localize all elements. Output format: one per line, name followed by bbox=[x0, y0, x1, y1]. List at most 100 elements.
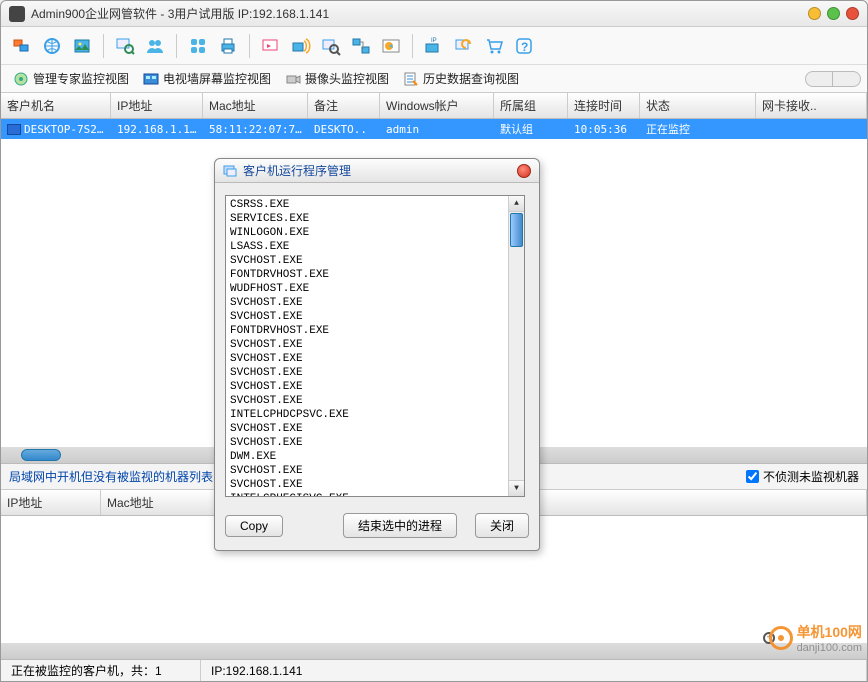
toolbar-picture-icon[interactable] bbox=[69, 33, 95, 59]
process-item[interactable]: SERVICES.EXE bbox=[230, 212, 520, 226]
lower-panel-title: 局域网中开机但没有被监视的机器列表 bbox=[9, 468, 213, 485]
toolbar-help-icon[interactable]: ? bbox=[511, 33, 537, 59]
view-tvwall[interactable]: 电视墙屏幕监控视图 bbox=[137, 67, 277, 90]
maximize-button[interactable] bbox=[827, 7, 840, 20]
toolbar-monitors-icon[interactable] bbox=[9, 33, 35, 59]
toolbar-globe-icon[interactable] bbox=[39, 33, 65, 59]
app-icon bbox=[9, 6, 25, 22]
close-dialog-button[interactable]: 关闭 bbox=[475, 513, 529, 538]
window-title: Admin900企业网管软件 - 3用户试用版 IP:192.168.1.141 bbox=[31, 5, 808, 22]
process-item[interactable]: SVCHOST.EXE bbox=[230, 436, 520, 450]
toolbar-chart-icon[interactable] bbox=[378, 33, 404, 59]
col-conntime[interactable]: 连接时间 bbox=[568, 93, 640, 118]
dialog-title: 客户机运行程序管理 bbox=[243, 162, 517, 179]
client-row[interactable]: DESKTOP-7S2.. 192.168.1.141 58:11:22:07:… bbox=[1, 119, 867, 139]
watermark: 单机100网 danji100.com bbox=[763, 622, 862, 654]
process-item[interactable]: SVCHOST.EXE bbox=[230, 366, 520, 380]
toolbar-search-icon[interactable] bbox=[318, 33, 344, 59]
process-item[interactable]: LSASS.EXE bbox=[230, 240, 520, 254]
toolbar-broadcast-icon[interactable] bbox=[288, 33, 314, 59]
toolbar-ip-monitor-icon[interactable]: IP bbox=[421, 33, 447, 59]
toolbar-apps-icon[interactable] bbox=[185, 33, 211, 59]
main-toolbar: IP ? bbox=[1, 27, 867, 65]
tvwall-icon bbox=[143, 71, 159, 87]
status-bar: 正在被监控的客户机，共：1 IP:192.168.1.141 bbox=[1, 659, 867, 681]
process-listbox[interactable]: CSRSS.EXESERVICES.EXEWINLOGON.EXELSASS.E… bbox=[225, 195, 525, 497]
view-history[interactable]: 历史数据查询视图 bbox=[397, 67, 525, 90]
col-clientname[interactable]: 客户机名 bbox=[1, 93, 111, 118]
process-manager-dialog: 客户机运行程序管理 CSRSS.EXESERVICES.EXEWINLOGON.… bbox=[214, 158, 540, 551]
toolbar-search-monitor-icon[interactable] bbox=[112, 33, 138, 59]
toolbar-cart-icon[interactable] bbox=[481, 33, 507, 59]
view-mode-switch[interactable] bbox=[805, 71, 861, 87]
process-item[interactable]: SVCHOST.EXE bbox=[230, 394, 520, 408]
view-camera-label: 摄像头监控视图 bbox=[305, 70, 389, 87]
process-item[interactable]: SVCHOST.EXE bbox=[230, 310, 520, 324]
cell-name: DESKTOP-7S2.. bbox=[24, 123, 110, 136]
scroll-down-arrow[interactable]: ▼ bbox=[509, 480, 524, 496]
status-ip: IP:192.168.1.141 bbox=[201, 660, 867, 681]
minimize-button[interactable] bbox=[808, 7, 821, 20]
view-expert-label: 管理专家监控视图 bbox=[33, 70, 129, 87]
monitor-icon bbox=[7, 124, 21, 135]
clients-grid-header: 客户机名 IP地址 Mac地址 备注 Windows帐户 所属组 连接时间 状态… bbox=[1, 93, 867, 119]
titlebar: Admin900企业网管软件 - 3用户试用版 IP:192.168.1.141 bbox=[1, 1, 867, 27]
process-item[interactable]: SVCHOST.EXE bbox=[230, 254, 520, 268]
camera-icon bbox=[285, 71, 301, 87]
scroll-thumb[interactable] bbox=[510, 213, 523, 247]
process-item[interactable]: SVCHOST.EXE bbox=[230, 380, 520, 394]
col-remark[interactable]: 备注 bbox=[308, 93, 380, 118]
no-detect-input[interactable] bbox=[746, 470, 759, 483]
process-item[interactable]: FONTDRVHOST.EXE bbox=[230, 268, 520, 282]
col-ip[interactable]: IP地址 bbox=[111, 93, 203, 118]
view-tabs: 管理专家监控视图 电视墙屏幕监控视图 摄像头监控视图 历史数据查询视图 bbox=[1, 65, 867, 93]
end-process-button[interactable]: 结束选中的进程 bbox=[343, 513, 457, 538]
scroll-up-arrow[interactable]: ▲ bbox=[509, 196, 524, 212]
process-item[interactable]: SVCHOST.EXE bbox=[230, 338, 520, 352]
process-item[interactable]: SVCHOST.EXE bbox=[230, 352, 520, 366]
toolbar-monitor-refresh-icon[interactable] bbox=[451, 33, 477, 59]
cell-conntime: 10:05:36 bbox=[568, 121, 640, 138]
view-tvwall-label: 电视墙屏幕监控视图 bbox=[163, 70, 271, 87]
toolbar-users-icon[interactable] bbox=[142, 33, 168, 59]
col-winuser[interactable]: Windows帐户 bbox=[380, 93, 494, 118]
toolbar-printer-icon[interactable] bbox=[215, 33, 241, 59]
expert-icon bbox=[13, 71, 29, 87]
cell-winuser: admin bbox=[380, 121, 494, 138]
cell-remark: DESKTO.. bbox=[308, 121, 380, 138]
svg-text:?: ? bbox=[521, 40, 528, 54]
view-camera[interactable]: 摄像头监控视图 bbox=[279, 67, 395, 90]
listbox-scrollbar[interactable]: ▲ ▼ bbox=[508, 196, 524, 496]
process-item[interactable]: SVCHOST.EXE bbox=[230, 478, 520, 492]
process-item[interactable]: SVCHOST.EXE bbox=[230, 422, 520, 436]
process-item[interactable]: SVCHOST.EXE bbox=[230, 464, 520, 478]
process-item[interactable]: SVCHOST.EXE bbox=[230, 296, 520, 310]
lower-scrollbar[interactable] bbox=[1, 643, 867, 659]
process-item[interactable]: DWM.EXE bbox=[230, 450, 520, 464]
view-history-label: 历史数据查询视图 bbox=[423, 70, 519, 87]
process-item[interactable]: WINLOGON.EXE bbox=[230, 226, 520, 240]
col-group[interactable]: 所属组 bbox=[494, 93, 568, 118]
copy-button[interactable]: Copy bbox=[225, 515, 283, 537]
process-item[interactable]: CSRSS.EXE bbox=[230, 198, 520, 212]
dialog-close-button[interactable] bbox=[517, 164, 531, 178]
process-item[interactable]: FONTDRVHOST.EXE bbox=[230, 324, 520, 338]
process-item[interactable]: WUDFHOST.EXE bbox=[230, 282, 520, 296]
cell-group: 默认组 bbox=[494, 119, 568, 139]
lower-col-ip[interactable]: IP地址 bbox=[1, 490, 101, 515]
history-icon bbox=[403, 71, 419, 87]
toolbar-remote-screen-icon[interactable] bbox=[258, 33, 284, 59]
no-detect-checkbox[interactable]: 不侦测未监视机器 bbox=[746, 468, 859, 485]
col-netrecv[interactable]: 网卡接收.. bbox=[756, 93, 867, 118]
dialog-icon bbox=[223, 164, 237, 178]
watermark-text: 单机100网 bbox=[797, 622, 862, 642]
watermark-logo-icon bbox=[763, 623, 793, 653]
process-item[interactable]: INTELCPHECISVC.EXE bbox=[230, 492, 520, 497]
close-button[interactable] bbox=[846, 7, 859, 20]
col-mac[interactable]: Mac地址 bbox=[203, 93, 308, 118]
process-item[interactable]: INTELCPHDCPSVC.EXE bbox=[230, 408, 520, 422]
cell-status: 正在监控 bbox=[640, 119, 756, 139]
view-expert-monitor[interactable]: 管理专家监控视图 bbox=[7, 67, 135, 90]
toolbar-link-monitors-icon[interactable] bbox=[348, 33, 374, 59]
col-status[interactable]: 状态 bbox=[640, 93, 756, 118]
